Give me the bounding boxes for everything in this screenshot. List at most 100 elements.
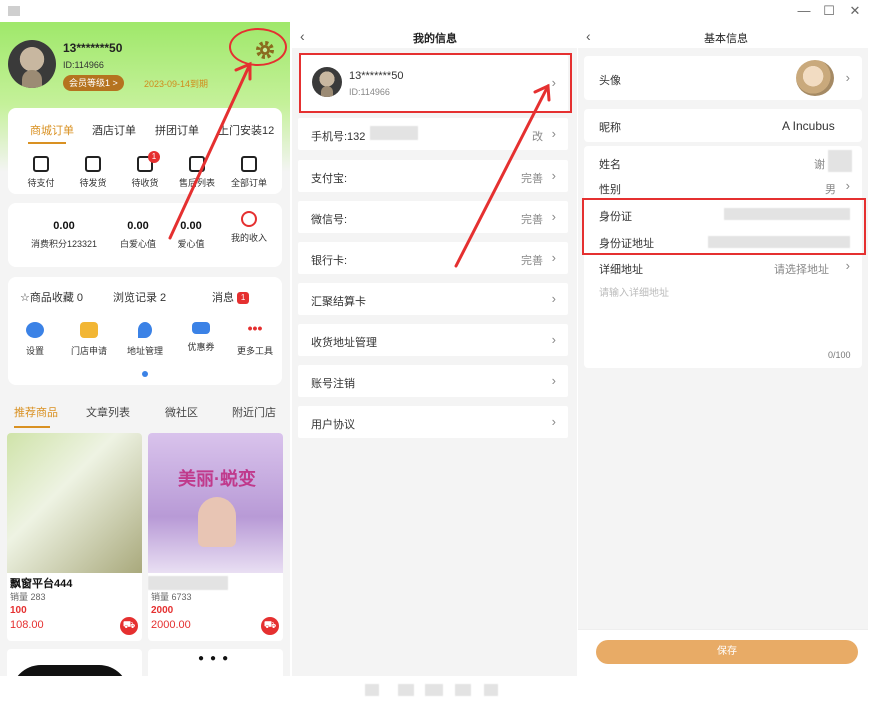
page-title: 我的信息	[413, 33, 457, 45]
alipay-row[interactable]: 支付宝: 完善 ›	[298, 160, 568, 192]
row-value: 完善	[521, 255, 543, 267]
back-arrow-icon[interactable]: ‹	[300, 28, 305, 44]
tab-install-orders[interactable]: 上门安装12	[218, 122, 274, 138]
cart-icon[interactable]: ⛟	[261, 617, 279, 635]
tool-coupon[interactable]: 优惠券	[178, 322, 224, 353]
tool-settings[interactable]: 设置	[12, 322, 58, 357]
user-agreement-row[interactable]: 用户协议 ›	[298, 406, 568, 438]
row-label: 手机号:132	[311, 131, 366, 143]
order-icon-label: 待收货	[131, 178, 159, 188]
chevron-right-icon: ›	[551, 291, 556, 306]
more-icon: •••	[247, 320, 263, 336]
product-card[interactable]	[7, 649, 142, 676]
truck-icon: 1	[137, 151, 160, 172]
member-expiry-date: 2023-09-14到期	[144, 79, 209, 89]
refund-icon	[189, 156, 205, 172]
tool-address[interactable]: 地址管理	[122, 322, 168, 357]
order-pending-payment[interactable]: 待支付	[16, 156, 66, 189]
stat-white-love[interactable]: 0.00 白爱心值	[110, 220, 166, 250]
order-icon-label: 待支付	[27, 178, 55, 188]
product-price: 2000	[151, 605, 174, 616]
orders-card: 商城订单 酒店订单 拼团订单 上门安装12 待支付 待发货 1 待收货 售后列表…	[8, 108, 282, 194]
shipping-address-row[interactable]: 收货地址管理 ›	[298, 324, 568, 356]
phone-row[interactable]: 手机号:132 改 ›	[298, 118, 568, 150]
avatar-row[interactable]: 头像 ›	[584, 56, 862, 100]
tools-card: ☆商品收藏 0 浏览记录 2 消息 1 设置 门店申请 地址管理 优惠券 •••…	[8, 277, 282, 385]
app-logo-icon	[8, 6, 20, 16]
redacted-text	[148, 576, 228, 590]
messages-label: 消息	[212, 292, 234, 304]
page-title: 基本信息	[704, 33, 748, 45]
avatar[interactable]	[8, 40, 56, 88]
order-after-sales[interactable]: 售后列表	[172, 156, 222, 189]
tool-label: 设置	[25, 346, 44, 356]
row-label: 支付宝:	[311, 173, 348, 185]
name-value[interactable]: 谢	[814, 156, 825, 172]
chevron-right-icon: ›	[551, 126, 556, 141]
stat-label: 白爱心值	[119, 239, 156, 249]
poster-title: 美丽·蜕变	[178, 469, 256, 489]
redacted-text	[398, 684, 414, 696]
account-cancel-row[interactable]: 账号注销 ›	[298, 365, 568, 397]
tab-recommended[interactable]: 推荐商品	[14, 404, 58, 420]
wechat-row[interactable]: 微信号: 完善 ›	[298, 201, 568, 233]
minimize-button[interactable]: —	[792, 1, 816, 21]
row-value: 完善	[521, 214, 543, 226]
tab-underline	[28, 142, 66, 144]
tab-articles[interactable]: 文章列表	[86, 404, 130, 420]
pager-dot	[142, 371, 148, 377]
nickname-value[interactable]: A Incubus	[782, 119, 835, 133]
stat-value: 0.00	[180, 220, 202, 232]
product-sales: 销量 283	[10, 592, 46, 602]
order-pending-receipt[interactable]: 1 待收货	[120, 151, 170, 189]
tool-more[interactable]: ••• 更多工具	[232, 320, 278, 357]
product-price: 100	[10, 605, 27, 616]
tab-group-orders[interactable]: 拼团订单	[155, 122, 199, 138]
tool-store-apply[interactable]: 门店申请	[66, 322, 112, 357]
income-icon	[241, 211, 257, 227]
maximize-button[interactable]: ☐	[817, 1, 841, 21]
chevron-right-icon: ›	[551, 332, 556, 347]
product-card[interactable]: 飘窗平台444 销量 283 100 108.00 ⛟	[7, 433, 142, 641]
tool-label: 优惠券	[187, 342, 215, 352]
close-button[interactable]: ✕	[843, 1, 867, 21]
chevron-right-icon: ›	[551, 250, 556, 265]
store-icon	[80, 322, 98, 338]
product-image	[11, 665, 129, 676]
stat-value: 0.00	[53, 220, 75, 232]
tab-mall-orders[interactable]: 商城订单	[30, 122, 74, 138]
tab-nearby-stores[interactable]: 附近门店	[232, 404, 276, 420]
my-info-header: ‹ 我的信息	[292, 22, 577, 48]
nickname-row[interactable]: 昵称 A Incubus	[584, 109, 862, 142]
stat-love[interactable]: 0.00 爱心值	[166, 220, 216, 250]
gender-value[interactable]: 男	[825, 181, 836, 197]
cart-icon[interactable]: ⛟	[120, 617, 138, 635]
back-arrow-icon[interactable]: ‹	[586, 28, 591, 44]
bank-card-row[interactable]: 银行卡: 完善 ›	[298, 242, 568, 274]
tab-hotel-orders[interactable]: 酒店订单	[92, 122, 136, 138]
save-button[interactable]: 保存	[596, 640, 858, 664]
order-pending-shipment[interactable]: 待发货	[68, 156, 118, 189]
chevron-right-icon: ›	[845, 258, 850, 273]
settlement-card-row[interactable]: 汇聚结算卡 ›	[298, 283, 568, 315]
char-counter: 0/100	[828, 350, 851, 360]
member-level-badge[interactable]: 会员等级1 >	[63, 75, 124, 91]
chevron-right-icon: ›	[845, 70, 850, 85]
detail-address-textarea[interactable]: 请输入详细地址	[599, 284, 669, 299]
my-income[interactable]: 我的收入	[223, 211, 275, 244]
product-image	[7, 433, 142, 573]
favorites-link[interactable]: ☆商品收藏 0	[20, 289, 83, 305]
tool-label: 门店申请	[70, 346, 107, 356]
product-card[interactable]: ●●●	[148, 649, 283, 676]
messages-link[interactable]: 消息 1	[212, 289, 250, 305]
detail-address-select[interactable]: 请选择地址	[774, 261, 829, 277]
row-label: 汇聚结算卡	[311, 296, 366, 308]
stat-points[interactable]: 0.00 消费积分123321	[18, 220, 110, 250]
product-price-secondary: 108.00	[10, 619, 44, 631]
product-card[interactable]: 美丽·蜕变 销量 6733 2000 2000.00 ⛟	[148, 433, 283, 641]
order-all[interactable]: 全部订单	[224, 156, 274, 189]
tab-community[interactable]: 微社区	[165, 404, 198, 420]
list-icon	[241, 156, 257, 172]
chevron-right-icon: ›	[551, 373, 556, 388]
history-link[interactable]: 浏览记录 2	[113, 289, 166, 305]
